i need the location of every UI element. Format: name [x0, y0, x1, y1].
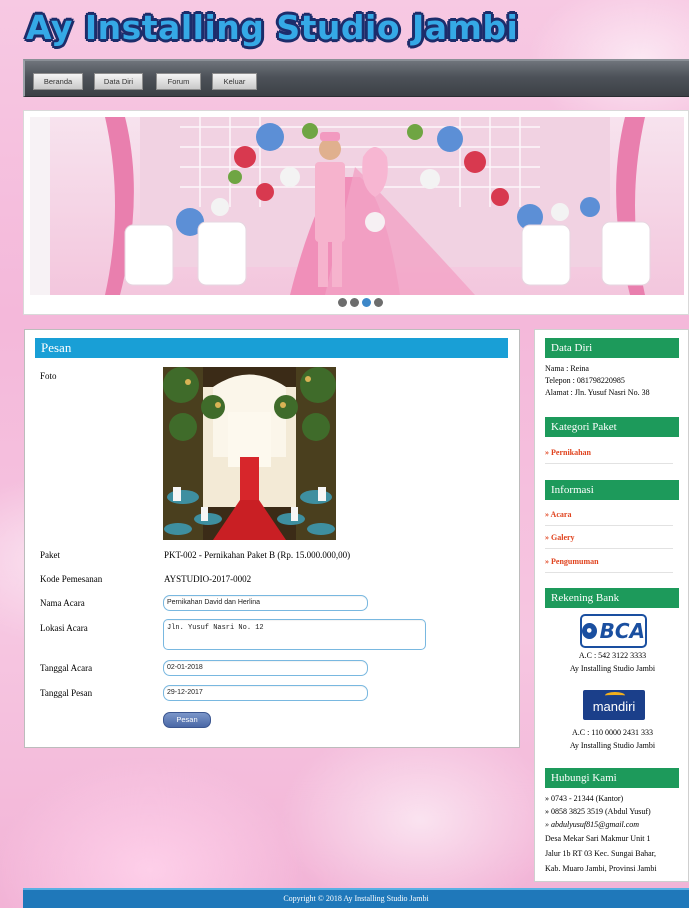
- kategori-paket-heading: Kategori Paket: [545, 417, 679, 437]
- slider-dot-3[interactable]: [362, 298, 371, 307]
- kode-pemesanan-label: Kode Pemesanan: [40, 574, 103, 584]
- lokasi-acara-textarea[interactable]: Jln. Yusuf Nasri No. 12: [163, 619, 426, 650]
- bca-account-owner: Ay Installing Studio Jambi: [569, 664, 656, 673]
- wedding-banner-image: [30, 117, 684, 295]
- tanggal-pesan-label: Tanggal Pesan: [40, 688, 93, 698]
- slider-dot-1[interactable]: [338, 298, 347, 307]
- kategori-pernikahan-link[interactable]: » Pernikahan: [545, 448, 673, 464]
- bca-logo-text: BCA: [599, 619, 645, 643]
- contact-phone: » 0858 3825 3519 (Abdul Yusuf): [545, 807, 651, 816]
- main-navbar: Beranda Data Diri Forum Keluar: [23, 59, 689, 97]
- slider-dots: [338, 298, 383, 307]
- panel-title: Pesan: [35, 338, 508, 358]
- hubungi-kami-heading: Hubungi Kami: [545, 768, 679, 788]
- mandiri-wave-icon: [605, 692, 625, 699]
- contact-email[interactable]: » abdulyusuf815@gmail.com: [545, 819, 639, 831]
- informasi-heading: Informasi: [545, 480, 679, 500]
- paket-label: Paket: [40, 550, 60, 560]
- venue-image: [163, 367, 336, 540]
- contact-address-2: Jalur 1b RT 03 Kec. Sungai Bahar,: [545, 849, 657, 858]
- kode-pemesanan-value: AYSTUDIO-2017-0002: [164, 574, 252, 584]
- copyright-text: Copyright © 2018 Ay Installing Studio Ja…: [283, 894, 429, 903]
- data-diri-heading: Data Diri: [545, 338, 679, 358]
- user-nama: Nama : Reina: [545, 364, 589, 373]
- order-form-panel: Pesan Foto Paket PKT-002 - Pernikahan Pa…: [24, 329, 520, 748]
- mandiri-account-number: A.C : 110 0000 2431 333: [571, 728, 654, 737]
- paket-value: PKT-002 - Pernikahan Paket B (Rp. 15.000…: [164, 550, 351, 560]
- tanggal-pesan-input[interactable]: 29-12-2017: [163, 685, 368, 701]
- nav-beranda-button[interactable]: Beranda: [33, 73, 83, 90]
- contact-kantor: » 0743 - 21344 (Kantor): [545, 794, 624, 803]
- nav-data-diri-button[interactable]: Data Diri: [94, 73, 143, 90]
- site-logo-title: Ay Installing Studio Jambi: [26, 8, 519, 47]
- rekening-bank-heading: Rekening Bank: [545, 588, 679, 608]
- contact-address-1: Desa Mekar Sari Makmur Unit 1: [545, 834, 651, 843]
- sidebar: Data Diri Nama : Reina Telepon : 0817982…: [534, 329, 689, 882]
- mandiri-logo-text: mandiri: [592, 699, 636, 714]
- lokasi-acara-label: Lokasi Acara: [40, 623, 88, 633]
- bca-emblem-icon: ●: [582, 623, 597, 639]
- informasi-acara-link[interactable]: » Acara: [545, 510, 673, 526]
- mandiri-account-owner: Ay Installing Studio Jambi: [569, 741, 656, 750]
- contact-address-3: Kab. Muaro Jambi, Provinsi Jambi: [545, 864, 657, 873]
- mandiri-logo: mandiri: [583, 690, 645, 720]
- banner-slider: [23, 110, 689, 315]
- nama-acara-label: Nama Acara: [40, 598, 85, 608]
- footer: Copyright © 2018 Ay Installing Studio Ja…: [23, 888, 689, 908]
- tanggal-acara-input[interactable]: 02-01-2018: [163, 660, 368, 676]
- nav-forum-button[interactable]: Forum: [156, 73, 201, 90]
- bca-account-number: A.C : 542 3122 3333: [578, 651, 647, 660]
- slider-dot-4[interactable]: [374, 298, 383, 307]
- nama-acara-input[interactable]: Pernikahan David dan Herlina: [163, 595, 368, 611]
- nav-keluar-button[interactable]: Keluar: [212, 73, 257, 90]
- tanggal-acara-label: Tanggal Acara: [40, 663, 93, 673]
- slider-dot-2[interactable]: [350, 298, 359, 307]
- informasi-pengumuman-link[interactable]: » Pengumuman: [545, 557, 673, 573]
- bca-logo: ● BCA: [580, 614, 647, 648]
- foto-label: Foto: [40, 371, 57, 381]
- package-photo: [163, 367, 336, 540]
- pesan-submit-button[interactable]: Pesan: [163, 712, 211, 728]
- user-telepon: Telepon : 081798220985: [545, 376, 625, 385]
- user-alamat: Alamat : Jln. Yusuf Nasri No. 38: [545, 388, 650, 397]
- informasi-galery-link[interactable]: » Galery: [545, 533, 673, 549]
